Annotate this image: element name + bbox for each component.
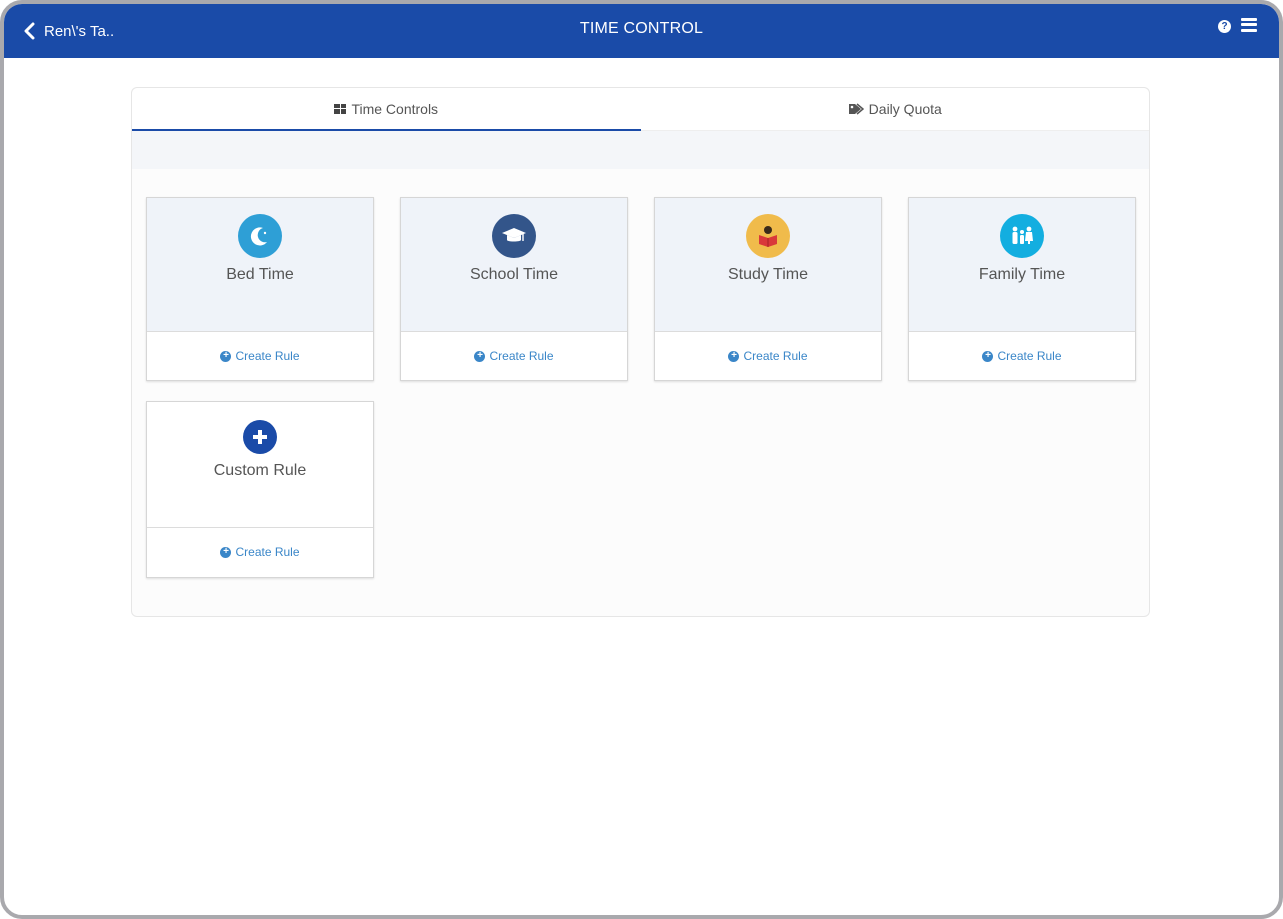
- graduation-cap-icon: [492, 214, 536, 258]
- card-title: Study Time: [727, 266, 809, 283]
- plus-circle-icon: +: [220, 546, 232, 558]
- top-right-actions: ?: [1218, 16, 1257, 33]
- card-custom-rule[interactable]: Custom Rule + Create Rule: [146, 401, 374, 578]
- plus-circle-icon: +: [982, 350, 994, 362]
- create-rule-link[interactable]: + Create Rule: [655, 332, 881, 380]
- device-frame: Ren\'s Ta.. TIME CONTROL ? Time Controls…: [0, 0, 1283, 919]
- tab-label: Time Controls: [351, 100, 439, 117]
- create-rule-link[interactable]: + Create Rule: [909, 332, 1135, 380]
- card-title: School Time: [469, 266, 559, 283]
- card-body: Family Time: [909, 198, 1135, 332]
- card-school-time[interactable]: School Time + Create Rule: [400, 197, 628, 381]
- content-panel: Time Controls Daily Quota Bed Time + Cre…: [131, 87, 1150, 617]
- card-title: Bed Time: [226, 266, 294, 283]
- card-family-time[interactable]: Family Time + Create Rule: [908, 197, 1136, 381]
- card-study-time[interactable]: Study Time + Create Rule: [654, 197, 882, 381]
- tags-icon: [848, 103, 864, 115]
- card-title: Custom Rule: [213, 462, 307, 479]
- tab-label: Daily Quota: [868, 101, 942, 117]
- moon-icon: [238, 214, 282, 258]
- top-bar: Ren\'s Ta.. TIME CONTROL ?: [4, 4, 1279, 58]
- page-title: TIME CONTROL: [579, 20, 704, 37]
- card-body: Study Time: [655, 198, 881, 332]
- card-bed-time[interactable]: Bed Time + Create Rule: [146, 197, 374, 381]
- tab-time-controls[interactable]: Time Controls: [132, 88, 641, 131]
- create-rule-label: Create Rule: [997, 349, 1062, 363]
- plus-circle-icon: +: [220, 350, 232, 362]
- card-body: School Time: [401, 198, 627, 332]
- create-rule-link[interactable]: + Create Rule: [401, 332, 627, 380]
- plus-circle-icon: +: [728, 350, 740, 362]
- card-title: Family Time: [978, 266, 1066, 283]
- reading-person-icon: [746, 214, 790, 258]
- card-body: Custom Rule: [147, 402, 373, 528]
- create-rule-label: Create Rule: [235, 349, 300, 363]
- create-rule-link[interactable]: + Create Rule: [147, 528, 373, 576]
- family-icon: [1000, 214, 1044, 258]
- grid-icon: [334, 103, 347, 114]
- create-rule-label: Create Rule: [743, 349, 808, 363]
- plus-circle-icon: [243, 420, 277, 454]
- card-body: Bed Time: [147, 198, 373, 332]
- create-rule-label: Create Rule: [235, 545, 300, 559]
- tab-strip: [132, 131, 1149, 169]
- tab-bar: Time Controls Daily Quota: [132, 88, 1149, 131]
- plus-circle-icon: +: [474, 350, 486, 362]
- question-circle-icon[interactable]: ?: [1218, 20, 1231, 33]
- hamburger-menu-icon[interactable]: [1241, 17, 1257, 32]
- create-rule-label: Create Rule: [489, 349, 554, 363]
- create-rule-link[interactable]: + Create Rule: [147, 332, 373, 380]
- tab-daily-quota[interactable]: Daily Quota: [640, 88, 1149, 131]
